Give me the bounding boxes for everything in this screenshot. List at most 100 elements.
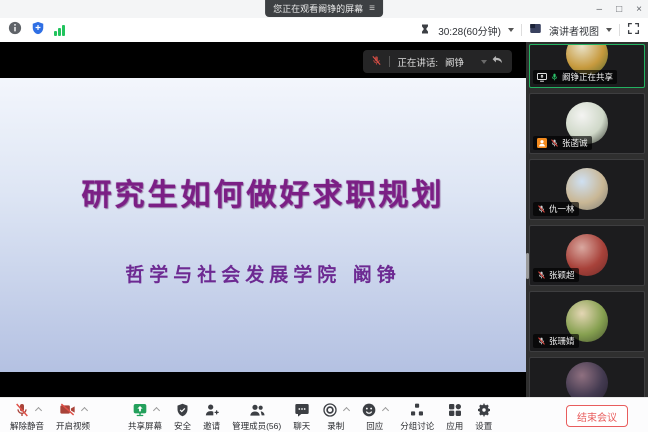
toolbar-item-invite[interactable]: 邀请 (197, 401, 226, 432)
participant-sidebar: 阚铮正在共享 张菡诚 (526, 42, 648, 397)
reaction-icon (361, 402, 377, 418)
network-signal-icon[interactable] (54, 25, 65, 36)
mic-muted-icon (371, 53, 382, 71)
toolbar-item-shield[interactable]: 安全 (168, 401, 197, 432)
toolbar-item-members[interactable]: 管理成员(56) (226, 401, 287, 432)
toolbar-item-settings[interactable]: 设置 (469, 401, 498, 432)
screen-share-icon (132, 402, 148, 418)
minimize-button[interactable]: – (597, 4, 603, 15)
toolbar-item-label: 安全 (174, 420, 191, 432)
participant-label: 仇一林 (533, 202, 579, 216)
list-menu-icon[interactable]: ≡ (369, 4, 375, 14)
bottom-toolbar: 解除静音 开启视频 共享屏幕 安全 邀请 管理成员(56) (0, 397, 648, 432)
fullscreen-icon[interactable] (627, 22, 640, 38)
toolbar-item-label: 共享屏幕 (128, 420, 162, 432)
participant-label: 张颖超 (533, 268, 579, 282)
close-button[interactable]: × (636, 4, 642, 15)
caret-up-icon[interactable] (34, 407, 41, 414)
toolbar-item-label: 录制 (327, 420, 344, 432)
toolbar-item-breakout[interactable]: 分组讨论 (394, 401, 440, 432)
participant-name: 张颖超 (549, 269, 575, 281)
toolbar-item-camera-muted[interactable]: 开启视频 (50, 401, 96, 432)
watching-title: 您正在观看阚铮的屏幕 (273, 2, 363, 15)
slide-title: 研究生如何做好求职规划 (0, 170, 526, 214)
slide-subtitle: 哲学与社会发展学院 阚铮 (0, 260, 526, 287)
participant-label: 阚铮正在共享 (533, 70, 617, 84)
toolbar-item-label: 分组讨论 (400, 420, 434, 432)
shield-icon (175, 402, 190, 418)
caret-up-icon[interactable] (81, 407, 88, 414)
shared-slide: 研究生如何做好求职规划 哲学与社会发展学院 阚铮 (0, 78, 526, 372)
participant-tile[interactable] (529, 357, 645, 397)
timer-dropdown-icon[interactable] (508, 28, 514, 32)
participant-tile[interactable]: 张珊婧 (529, 291, 645, 352)
mic-muted-icon (550, 138, 559, 148)
toolbar-item-label: 管理成员(56) (232, 420, 281, 432)
participant-name: 张菡诚 (562, 137, 588, 149)
shared-screen-stage: 研究生如何做好求职规划 哲学与社会发展学院 阚铮 正在讲话: 阚铮 (0, 42, 526, 397)
mic-muted-icon (14, 402, 30, 418)
speaking-label: 正在讲话: (397, 55, 438, 69)
participant-name: 张珊婧 (549, 335, 575, 347)
collapse-arrow-icon[interactable] (491, 53, 504, 71)
meeting-window: 您正在观看阚铮的屏幕 ≡ – □ × 30:28(60分钟) (0, 0, 648, 432)
participant-tile[interactable]: 仇一林 (529, 159, 645, 220)
control-bar: 30:28(60分钟) 演讲者视图 (0, 18, 648, 42)
participant-tile[interactable]: 阚铮正在共享 (529, 44, 645, 88)
participant-name: 仇一林 (549, 203, 575, 215)
toolbar-item-mic-muted[interactable]: 解除静音 (4, 401, 50, 432)
toolbar-item-label: 应用 (446, 420, 463, 432)
meeting-timer[interactable]: 30:28(60分钟) (438, 23, 501, 38)
participant-label: 张珊婧 (533, 334, 579, 348)
chat-icon (294, 402, 310, 418)
toolbar-item-screen-share[interactable]: 共享屏幕 (122, 401, 168, 432)
hourglass-icon (419, 23, 431, 38)
title-bar: 您正在观看阚铮的屏幕 ≡ – □ × (0, 0, 648, 18)
toolbar-items: 解除静音 开启视频 共享屏幕 安全 邀请 管理成员(56) (4, 401, 498, 432)
breakout-icon (409, 402, 425, 418)
toolbar-item-label: 聊天 (293, 420, 310, 432)
toolbar-item-label: 邀请 (203, 420, 220, 432)
participant-label: 张菡诚 (533, 136, 592, 150)
sidebar-scrollbar[interactable] (526, 253, 529, 279)
participant-tile[interactable]: 张菡诚 (529, 93, 645, 154)
speaker-name: 阚铮 (445, 55, 464, 69)
toolbar-item-record[interactable]: 录制 (316, 401, 355, 432)
apps-icon (447, 402, 463, 418)
watching-banner[interactable]: 您正在观看阚铮的屏幕 ≡ (265, 0, 383, 17)
caret-up-icon[interactable] (382, 407, 389, 414)
settings-icon (476, 402, 492, 418)
mic-muted-icon (537, 336, 546, 346)
participant-name: 阚铮正在共享 (562, 71, 613, 83)
mic-muted-icon (537, 204, 546, 214)
speaking-banner: 正在讲话: 阚铮 (363, 50, 512, 73)
caret-up-icon[interactable] (152, 407, 159, 414)
members-icon (248, 402, 266, 418)
toolbar-item-label: 开启视频 (56, 420, 90, 432)
security-shield-icon[interactable] (31, 21, 45, 40)
toolbar-item-chat[interactable]: 聊天 (287, 401, 316, 432)
invite-icon (204, 402, 220, 418)
mic-muted-icon (537, 270, 546, 280)
view-dropdown-icon[interactable] (606, 28, 612, 32)
toolbar-item-reaction[interactable]: 回应 (355, 401, 394, 432)
end-meeting-button[interactable]: 结束会议 (566, 405, 628, 427)
screen-share-chip-icon (537, 73, 547, 82)
participant-tile[interactable]: 张颖超 (529, 225, 645, 286)
avatar (566, 362, 608, 397)
caret-up-icon[interactable] (343, 407, 350, 414)
host-icon (537, 138, 547, 148)
toolbar-item-label: 设置 (475, 420, 492, 432)
toolbar-item-label: 解除静音 (10, 420, 44, 432)
record-icon (322, 402, 338, 418)
mic-on-icon (550, 72, 559, 82)
meeting-info-icon[interactable] (8, 21, 22, 40)
layout-view-icon (529, 22, 542, 38)
maximize-button[interactable]: □ (616, 4, 622, 15)
dim-toggle-icon (481, 60, 487, 64)
toolbar-item-label: 回应 (366, 420, 383, 432)
toolbar-item-apps[interactable]: 应用 (440, 401, 469, 432)
view-mode-selector[interactable]: 演讲者视图 (549, 23, 599, 38)
participant-list: 阚铮正在共享 张菡诚 (529, 44, 645, 397)
camera-muted-icon (59, 402, 76, 417)
